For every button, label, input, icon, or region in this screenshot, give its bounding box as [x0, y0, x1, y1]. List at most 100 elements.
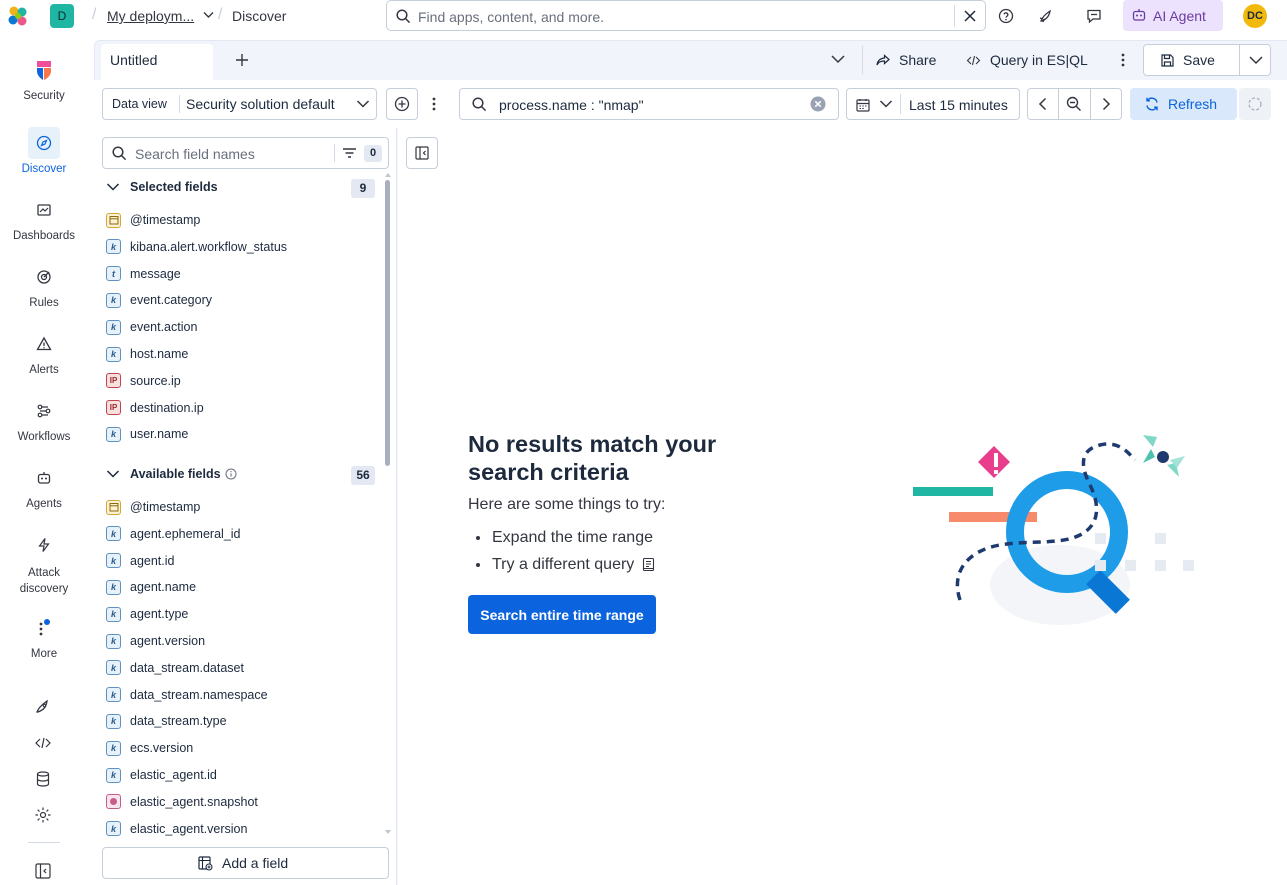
zoom-out-button[interactable]: [1059, 89, 1091, 119]
nav-label: Agents: [26, 498, 62, 510]
field-list-item[interactable]: @timestamp: [106, 497, 200, 517]
space-avatar[interactable]: D: [50, 4, 74, 28]
nav-item-alerts[interactable]: Alerts: [0, 328, 88, 376]
toggle-sidebar-button[interactable]: [406, 137, 438, 169]
feedback-icon[interactable]: [1086, 8, 1102, 24]
nav-item-attack-discovery[interactable]: Attack discovery: [0, 529, 88, 597]
filter-icon[interactable]: [342, 147, 357, 159]
field-list-item[interactable]: k data_stream.namespace: [106, 685, 268, 705]
chevron-down-icon[interactable]: [203, 11, 214, 19]
field-name: agent.version: [130, 634, 206, 648]
field-name: data_stream.type: [130, 714, 227, 729]
field-list-item[interactable]: k data_stream.dataset: [106, 658, 244, 678]
info-icon[interactable]: [225, 468, 237, 480]
refresh-button[interactable]: Refresh: [1130, 88, 1237, 120]
chevron-down-icon[interactable]: [830, 53, 846, 65]
nav-label: Discover: [21, 163, 67, 175]
search-entire-time-range-button[interactable]: Search entire time range: [468, 595, 656, 634]
time-picker[interactable]: Last 15 minutes: [846, 88, 1020, 120]
nav-item-security[interactable]: Security: [0, 54, 88, 102]
field-list-item[interactable]: k event.category: [106, 290, 212, 310]
breadcrumb-current-page: Discover: [232, 8, 287, 24]
ai-agent-button[interactable]: AI Agent: [1123, 0, 1223, 31]
chevron-down-icon[interactable]: [879, 99, 893, 109]
field-name: agent.type: [130, 607, 189, 622]
breadcrumb-separator: /: [218, 6, 223, 23]
database-icon[interactable]: [34, 770, 52, 788]
available-fields-header[interactable]: Available fields: [106, 467, 237, 481]
rocket-icon[interactable]: [34, 698, 52, 716]
time-navigation-group: [1027, 88, 1122, 120]
field-name: @timestamp: [130, 213, 201, 227]
code-icon[interactable]: [34, 734, 52, 752]
field-list-item[interactable]: k elastic_agent.version: [106, 819, 247, 839]
field-list-item[interactable]: k user.name: [106, 424, 188, 444]
nav-item-agents[interactable]: Agents: [0, 462, 88, 510]
query-in-esql-button[interactable]: Query in ES|QL: [966, 52, 1088, 68]
field-list-item[interactable]: IP source.ip: [106, 371, 181, 391]
query-menu-icon[interactable]: [426, 96, 442, 112]
user-avatar[interactable]: DC: [1243, 4, 1267, 28]
field-search-input[interactable]: Search field names 0: [102, 137, 389, 169]
query-text: process.name : "nmap": [499, 97, 644, 113]
robot-icon: [28, 462, 60, 494]
rocket-icon[interactable]: [1038, 8, 1054, 24]
save-icon: [1160, 53, 1175, 68]
query-input[interactable]: process.name : "nmap": [459, 88, 839, 120]
help-icon[interactable]: [998, 8, 1014, 24]
field-list-item[interactable]: k agent.name: [106, 577, 196, 597]
field-list-item[interactable]: IP destination.ip: [106, 398, 204, 418]
add-tab-icon[interactable]: [234, 52, 250, 68]
data-view-picker[interactable]: Data view Security solution default: [102, 88, 377, 120]
field-name: agent.name: [130, 580, 197, 595]
close-icon[interactable]: [963, 9, 977, 23]
save-button[interactable]: Save: [1143, 44, 1271, 76]
tab-untitled[interactable]: Untitled: [101, 44, 213, 80]
field-list-item[interactable]: k ecs.version: [106, 738, 193, 758]
field-list-item[interactable]: k data_stream.type: [106, 711, 227, 731]
auto-refresh-button[interactable]: [1239, 88, 1271, 120]
field-list-item[interactable]: k event.action: [106, 317, 197, 337]
field-list-item[interactable]: k agent.ephemeral_id: [106, 524, 241, 544]
nav-item-rules[interactable]: Rules: [0, 261, 88, 309]
collapse-sidebar-icon: [414, 145, 430, 161]
field-list-item[interactable]: k agent.type: [106, 604, 188, 624]
scrollbar-thumb[interactable]: [385, 180, 390, 466]
selected-fields-header[interactable]: Selected fields: [106, 180, 218, 194]
field-list-item[interactable]: k agent.version: [106, 631, 205, 651]
documentation-icon[interactable]: [642, 557, 655, 572]
add-field-label: Add a field: [222, 855, 289, 871]
field-list-item[interactable]: k agent.id: [106, 551, 174, 571]
nav-item-dashboards[interactable]: Dashboards: [0, 194, 88, 242]
previous-time-button[interactable]: [1028, 89, 1060, 119]
share-button[interactable]: Share: [875, 52, 936, 68]
field-list-item[interactable]: @timestamp: [106, 210, 200, 230]
tip-text[interactable]: Try a different query: [492, 556, 634, 574]
field-name: @timestamp: [130, 500, 201, 514]
clear-query-icon[interactable]: [810, 96, 826, 112]
divider: [334, 144, 335, 162]
field-list-item[interactable]: elastic_agent.snapshot: [106, 792, 258, 812]
filter-count-badge: 0: [364, 145, 382, 162]
nav-item-more[interactable]: More: [0, 612, 88, 660]
collapse-nav-icon[interactable]: [34, 862, 52, 880]
next-time-button[interactable]: [1091, 89, 1121, 119]
chevron-down-icon: [106, 182, 120, 192]
add-filter-button[interactable]: [386, 88, 418, 120]
gear-icon[interactable]: [34, 806, 52, 824]
nav-item-workflows[interactable]: Workflows: [0, 395, 88, 443]
nav-item-discover[interactable]: Discover: [0, 127, 88, 175]
workflow-icon: [28, 395, 60, 427]
add-field-button[interactable]: Add a field: [102, 847, 389, 879]
elastic-logo-icon[interactable]: [7, 5, 29, 27]
field-list-item[interactable]: k elastic_agent.id: [106, 765, 217, 785]
field-list-item[interactable]: k kibana.alert.workflow_status: [106, 237, 287, 257]
chevron-down-icon[interactable]: [1248, 53, 1264, 67]
global-search-input[interactable]: Find apps, content, and more.: [386, 0, 986, 31]
field-list-item[interactable]: t message: [106, 264, 181, 284]
more-options-icon[interactable]: [1118, 52, 1128, 68]
calendar-icon[interactable]: [855, 97, 871, 113]
field-list-item[interactable]: k host.name: [106, 344, 188, 364]
breadcrumb-deployment[interactable]: My deploym...: [107, 8, 194, 24]
time-range-label[interactable]: Last 15 minutes: [909, 97, 1008, 113]
